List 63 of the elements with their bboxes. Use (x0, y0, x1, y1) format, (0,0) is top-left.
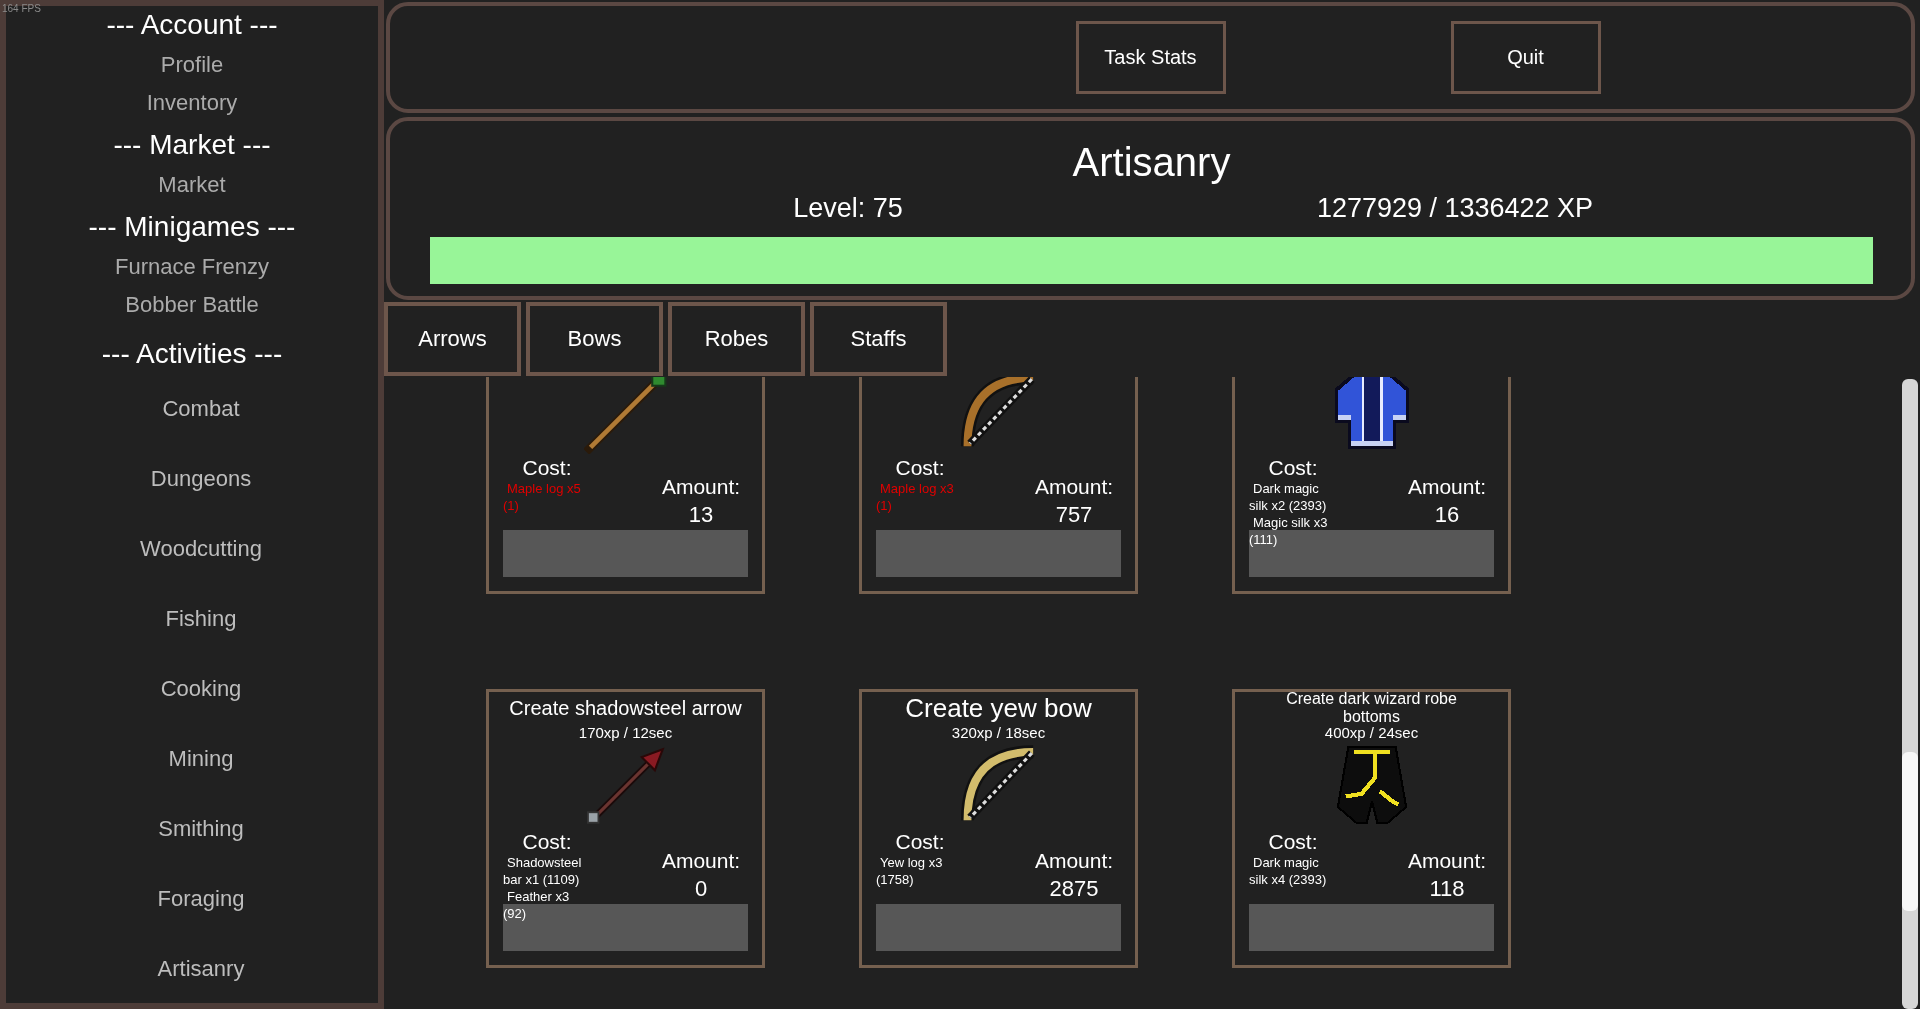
cost-label: Cost: (1268, 830, 1318, 854)
cost-item: Magic silk x3 (111) (1249, 514, 1329, 548)
cost-label: Cost: (1268, 456, 1318, 480)
level-label: Level: 75 (793, 192, 903, 224)
category-tab[interactable]: Staffs (810, 302, 947, 376)
scrollbar-track[interactable] (1902, 379, 1918, 1009)
category-tab[interactable]: Bows (526, 302, 663, 376)
amount-value: 2875 (1049, 876, 1099, 902)
amount-value: 0 (694, 876, 708, 902)
nav-link[interactable]: Profile (160, 46, 224, 84)
recipe-title: Create yew bow (905, 693, 1092, 723)
nav-link[interactable]: Bobber Battle (125, 286, 259, 324)
recipe-title: Create dark wizard robe bottoms (1285, 690, 1458, 726)
section-heading: --- Market --- (113, 128, 271, 162)
nav-link[interactable]: Dungeons (150, 457, 252, 501)
xp-rate-label: 320xp / 18sec (951, 724, 1046, 742)
header-button[interactable]: Quit (1450, 21, 1601, 94)
amount-value: 757 (1055, 502, 1093, 528)
section-heading: --- Account --- (106, 8, 278, 42)
amount-label: Amount: (1034, 849, 1114, 873)
cost-item: Shadowsteel bar x1 (1109) (503, 854, 583, 888)
amount-value: 13 (688, 502, 714, 528)
cost-label: Cost: (522, 830, 572, 854)
nav-link[interactable]: Fishing (165, 597, 237, 641)
nav-link[interactable]: Combat (162, 387, 240, 431)
cost-item: Maple log x5 (1) (503, 480, 582, 514)
cost-item: Feather x3 (92) (503, 888, 571, 922)
amount-label: Amount: (1034, 475, 1114, 499)
cost-item: Dark magic silk x4 (2393) (1249, 854, 1328, 888)
nav-link[interactable]: Artisanry (157, 947, 245, 991)
staff-icon (583, 377, 668, 454)
nav-link[interactable]: Furnace Frenzy (114, 248, 269, 286)
amount-label: Amount: (1407, 475, 1487, 499)
recipe-title: Create shadowsteel arrow (509, 697, 742, 719)
xp-rate-label: 170xp / 12sec (578, 724, 673, 742)
nav-link[interactable]: Foraging (157, 877, 245, 921)
category-tab[interactable]: Robes (668, 302, 805, 376)
cost-label: Cost: (895, 456, 945, 480)
cost-item: Dark magic silk x2 (2393) (1249, 480, 1328, 514)
scrollbar-thumb[interactable] (1902, 752, 1918, 911)
skill-title: Artisanry (1072, 139, 1231, 185)
nav-link[interactable]: Mining (168, 737, 234, 781)
amount-value: 16 (1434, 502, 1460, 528)
nav-link[interactable]: Cooking (160, 667, 242, 711)
cost-label: Cost: (895, 830, 945, 854)
section-heading: --- Minigames --- (88, 210, 296, 244)
xp-rate-label: 400xp / 24sec (1324, 724, 1419, 742)
xp-label: 1277929 / 1336422 XP (1316, 192, 1594, 224)
amount-label: Amount: (661, 849, 741, 873)
header-button[interactable]: Task Stats (1075, 21, 1226, 94)
cost-item: Maple log x3 (1) (876, 480, 955, 514)
category-tab[interactable]: Arrows (384, 302, 521, 376)
section-heading: --- Activities --- (101, 337, 283, 371)
nav-link[interactable]: Smithing (158, 807, 244, 851)
nav-link[interactable]: Woodcutting (140, 527, 262, 571)
cost-item: Yew log x3 (1758) (876, 854, 944, 888)
amount-label: Amount: (661, 475, 741, 499)
amount-value: 118 (1429, 876, 1465, 902)
cost-label: Cost: (522, 456, 572, 480)
amount-label: Amount: (1407, 849, 1487, 873)
nav-link[interactable]: Inventory (146, 84, 238, 122)
nav-link[interactable]: Market (158, 166, 226, 204)
fps-counter: 164 FPS (2, 3, 41, 15)
